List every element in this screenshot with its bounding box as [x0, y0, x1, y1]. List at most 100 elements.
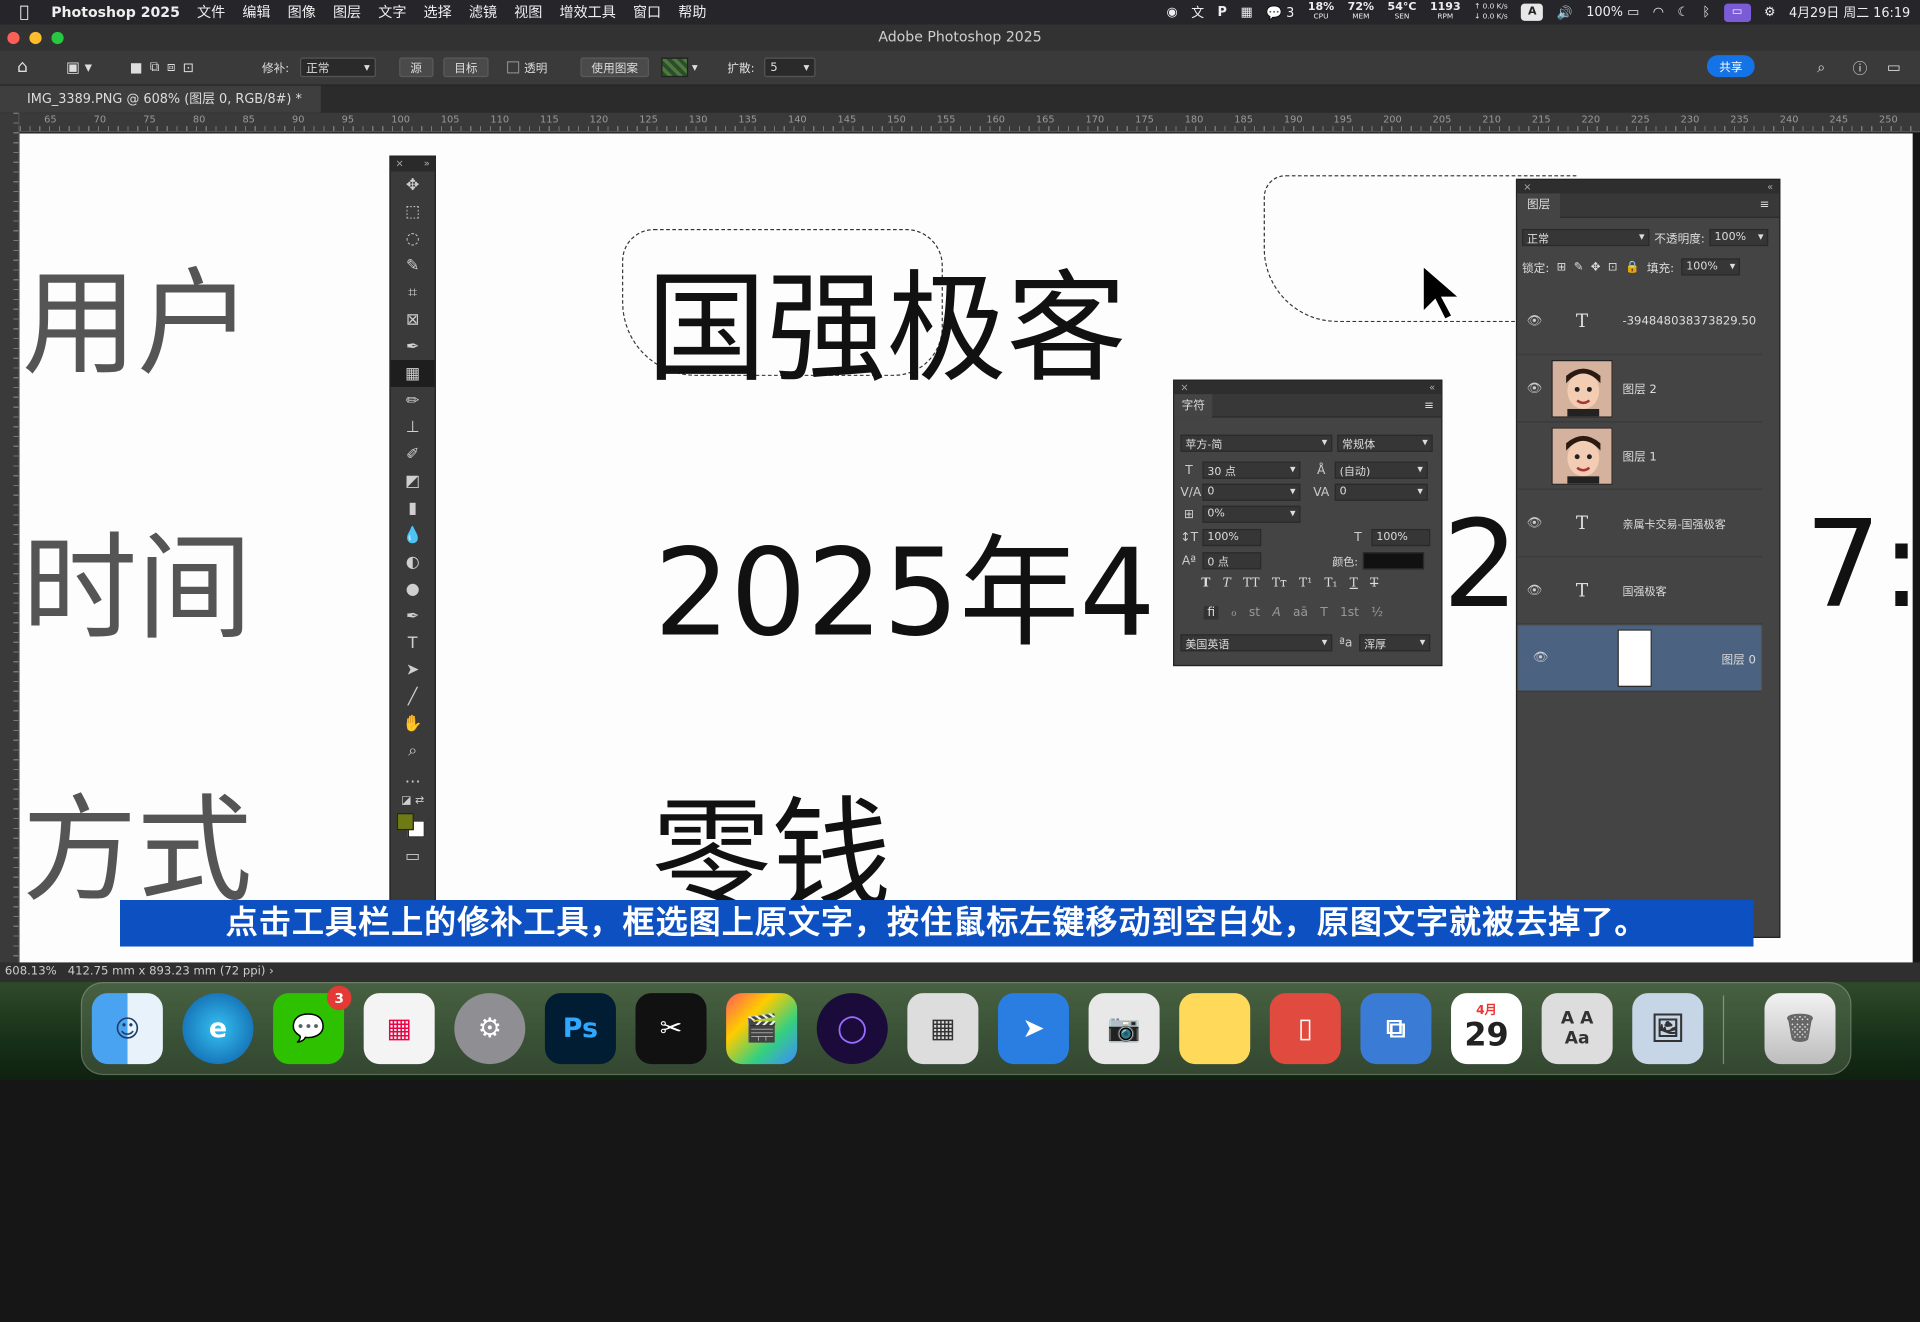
line-tool-icon[interactable]: ╱	[391, 683, 435, 710]
visibility-eye-icon[interactable]: 👁	[1517, 381, 1551, 394]
wifi-icon[interactable]: ◠	[1653, 5, 1664, 20]
vertical-scale-field[interactable]: 100%	[1202, 528, 1262, 547]
lock-pixels-icon[interactable]: ✎	[1574, 260, 1584, 273]
layer-row[interactable]: 👁 图层 2	[1517, 355, 1763, 423]
menu-select[interactable]: 选择	[424, 2, 452, 22]
move-tool-icon[interactable]: ✥	[391, 171, 435, 198]
frame-tool-icon[interactable]: ⊠	[391, 306, 435, 333]
dodge-tool-icon[interactable]: ◐	[391, 549, 435, 576]
strikethrough-button[interactable]: T	[1370, 577, 1378, 590]
brush-tool-icon[interactable]: ✏	[391, 387, 435, 414]
color-swatches[interactable]	[391, 811, 435, 843]
grid-app-icon[interactable]: ▦	[1240, 5, 1252, 20]
zoom-level[interactable]: 608.13%	[5, 965, 57, 978]
font-size-field[interactable]: 30 点 ▾	[1202, 461, 1301, 479]
help-icon[interactable]: ⓘ	[1853, 58, 1868, 78]
menu-layer[interactable]: 图层	[333, 2, 361, 22]
workspace-icon[interactable]: ▭	[1887, 58, 1901, 78]
burn-tool-icon[interactable]: ●	[391, 576, 435, 603]
zoom-window-button[interactable]	[51, 31, 64, 45]
screen-mirroring-icon[interactable]: ▭	[1723, 3, 1751, 22]
blend-mode-select[interactable]: 正常 ▾	[1522, 228, 1650, 247]
lock-transparent-icon[interactable]: ⊞	[1557, 260, 1567, 273]
language-select[interactable]: 美国英语 ▾	[1180, 634, 1333, 652]
fill-field[interactable]: 100% ▾	[1681, 258, 1741, 276]
wechat-icon[interactable]: 💬 3	[273, 985, 352, 1065]
translate-icon[interactable]: 文	[1191, 3, 1204, 21]
swap-colors-icon[interactable]: ◪ ⇄	[391, 791, 435, 811]
bluetooth-off-icon[interactable]: ᛒ	[1702, 5, 1710, 20]
character-panel-menu-icon[interactable]: ≡	[1417, 394, 1441, 417]
vertical-ruler[interactable]	[0, 112, 20, 963]
gradient-tool-icon[interactable]: ▮	[391, 495, 435, 522]
battery-status[interactable]: 100% ▭	[1586, 5, 1639, 20]
small-caps-button[interactable]: Tт	[1272, 577, 1287, 590]
hand-tool-icon[interactable]: ✋	[391, 710, 435, 737]
tracking-field[interactable]: 0 ▾	[1334, 483, 1428, 501]
pen-tool-icon[interactable]: ✒	[391, 602, 435, 629]
layer-row[interactable]: 图层 1	[1517, 422, 1763, 490]
photoshop-dock-icon[interactable]: Ps	[544, 993, 616, 1065]
launchpad-icon[interactable]: ▦	[363, 993, 435, 1065]
moon-icon[interactable]: ☾	[1677, 5, 1689, 20]
layer-row-selected[interactable]: 👁 图层 0	[1517, 624, 1763, 692]
calculator-icon[interactable]: ▦	[907, 993, 979, 1065]
faux-bold-button[interactable]: T	[1201, 577, 1210, 590]
search-icon[interactable]: ⌕	[1817, 58, 1825, 78]
close-window-button[interactable]	[7, 31, 20, 45]
quick-select-tool-icon[interactable]: ✎	[391, 252, 435, 279]
lasso-tool-icon[interactable]: ◌	[391, 225, 435, 252]
pattern-picker[interactable]: ▾	[661, 57, 698, 78]
share-button[interactable]: 共享	[1706, 55, 1755, 78]
antialias-select[interactable]: 浑厚 ▾	[1359, 634, 1431, 652]
kerning-field[interactable]: 0 ▾	[1202, 483, 1301, 501]
quick-mask-icon[interactable]: ▭	[391, 842, 435, 869]
baseline-shift-field[interactable]: 0 点	[1202, 552, 1262, 570]
character-panel-tab[interactable]: 字符	[1174, 394, 1213, 418]
calendar-icon[interactable]: 4月 29	[1451, 993, 1523, 1065]
visibility-eye-icon[interactable]: 👁	[1517, 583, 1551, 596]
fractions-button[interactable]: ½	[1371, 606, 1383, 619]
history-brush-tool-icon[interactable]: ✐	[391, 441, 435, 468]
visibility-eye-icon[interactable]: 👁	[1523, 651, 1557, 664]
volume-icon[interactable]: 🔊	[1557, 4, 1573, 21]
path-select-tool-icon[interactable]: ➤	[391, 656, 435, 683]
minimize-window-button[interactable]	[29, 31, 42, 45]
system-settings-icon[interactable]: ⚙	[454, 993, 526, 1065]
visibility-eye-icon[interactable]: 👁	[1517, 314, 1551, 327]
trash-icon[interactable]: 🗑	[1764, 993, 1836, 1065]
patch-tool-preset-icon[interactable]: ▣ ▾	[66, 58, 92, 78]
marquee-tool-icon[interactable]: ⬚	[391, 198, 435, 225]
transparent-checkbox[interactable]	[506, 61, 520, 74]
zoom-tool-icon[interactable]: ⌕	[391, 737, 435, 764]
visibility-eye-icon[interactable]: 👁	[1517, 516, 1551, 529]
patch-tool-icon[interactable]: ▦	[390, 360, 435, 387]
feishu-icon[interactable]: ➤	[997, 993, 1069, 1065]
stylistic-alt-button[interactable]: aā	[1293, 606, 1308, 619]
final-cut-icon[interactable]: 🎬	[726, 993, 798, 1065]
document-tab[interactable]: IMG_3389.PNG @ 608% (图层 0, RGB/8#) *	[0, 85, 321, 113]
tools-close-icon[interactable]: ×	[396, 157, 404, 172]
foreground-color-swatch[interactable]	[396, 813, 414, 831]
faux-italic-button[interactable]: T	[1223, 577, 1231, 590]
input-method-indicator[interactable]: A	[1521, 3, 1544, 21]
layers-panel-close-icon[interactable]: ×	[1523, 180, 1531, 193]
menu-window[interactable]: 窗口	[633, 2, 661, 22]
menu-view[interactable]: 视图	[514, 2, 542, 22]
underline-button[interactable]: T	[1350, 577, 1358, 590]
menu-type[interactable]: 文字	[378, 2, 406, 22]
apple-icon[interactable]: 	[20, 3, 30, 21]
diffusion-select[interactable]: 5 ▾	[764, 57, 816, 78]
font-family-select[interactable]: 苹方-简 ▾	[1180, 434, 1333, 452]
tsume-field[interactable]: 0% ▾	[1202, 505, 1301, 523]
titling-alt-button[interactable]: T	[1320, 606, 1327, 619]
use-pattern-button[interactable]: 使用图案	[580, 57, 650, 78]
opacity-field[interactable]: 100% ▾	[1709, 228, 1769, 247]
layers-panel-collapse-icon[interactable]: «	[1767, 180, 1773, 193]
finder-icon[interactable]: ☺	[91, 993, 163, 1065]
status-arrow-icon[interactable]: ›	[269, 965, 274, 978]
wechat-status[interactable]: 💬 3	[1266, 4, 1294, 21]
menu-file[interactable]: 文件	[197, 2, 225, 22]
subtract-selection-icon[interactable]: ⧈	[167, 59, 176, 76]
screenshot-icon[interactable]: 📷	[1088, 993, 1160, 1065]
